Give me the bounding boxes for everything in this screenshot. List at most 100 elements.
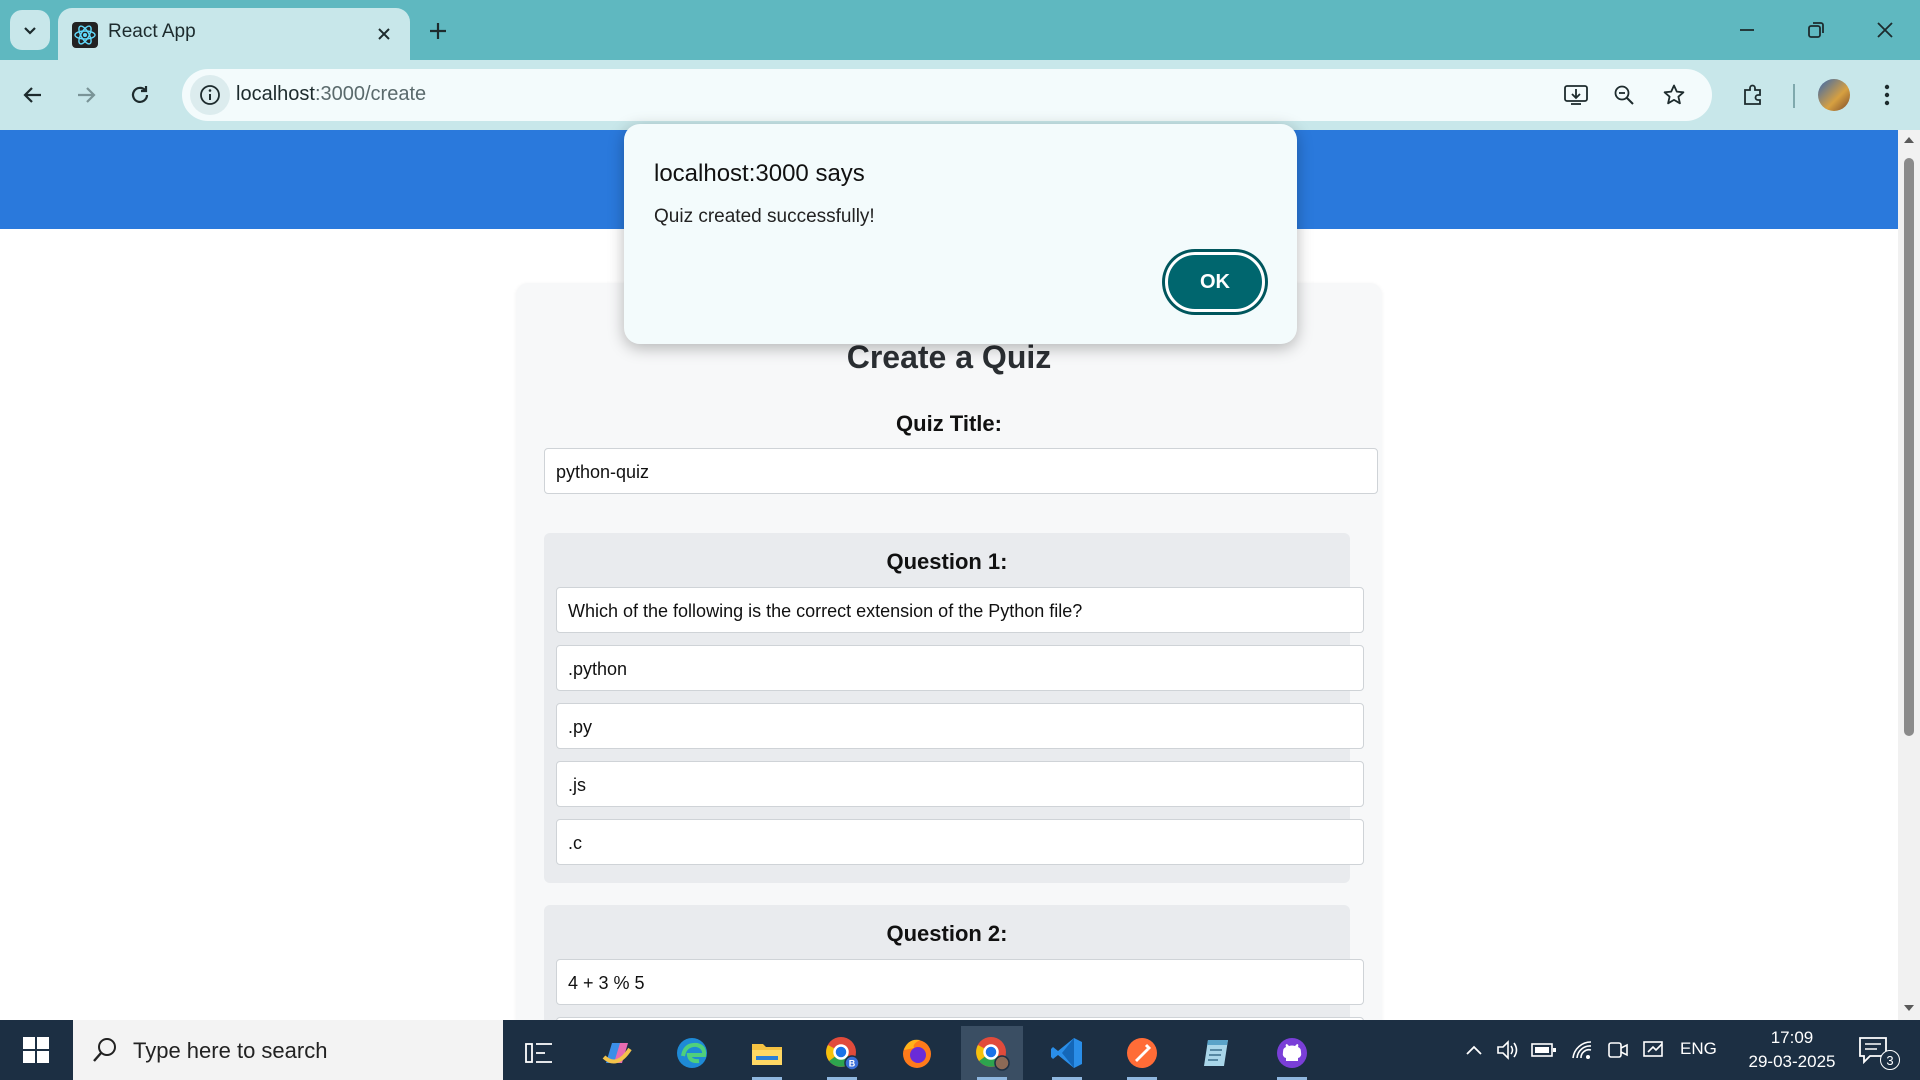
chrome-profile-icon: B [826,1037,860,1071]
reload-button[interactable] [121,76,159,114]
install-app-icon [1564,85,1588,105]
forward-button[interactable] [67,76,105,114]
windows-taskbar: Type here to search B ENG 17:09 29-03-20… [0,1020,1920,1080]
close-window-button[interactable] [1861,12,1909,48]
url-host: localhost [236,83,315,105]
notepad-app[interactable] [1186,1026,1248,1080]
notepad-icon [1204,1040,1228,1066]
minimize-icon [1740,29,1754,31]
copilot-app[interactable] [586,1026,648,1080]
file-explorer-icon [752,1044,782,1065]
question-1-text-input[interactable]: Which of the following is the correct ex… [556,587,1364,633]
ok-button[interactable]: OK [1165,252,1265,312]
volume-button[interactable] [1494,1038,1522,1062]
taskbar-search-placeholder: Type here to search [133,1038,328,1063]
vscode-app[interactable] [1036,1026,1098,1080]
toolbar-divider [1793,84,1795,108]
reload-icon [131,86,149,103]
dialog-title: localhost:3000 says [654,160,865,187]
site-info-button[interactable] [190,75,230,115]
github-icon [1277,1038,1307,1068]
forward-arrow-icon [78,87,96,103]
windows-logo-icon [23,1037,49,1063]
scroll-thumb[interactable] [1904,158,1914,736]
task-view-icon [525,1043,552,1063]
question-1-option-4-input[interactable]: .c [556,819,1364,865]
clock-date[interactable]: 29-03-2025 [1736,1052,1848,1072]
react-icon [72,22,98,48]
edge-icon [677,1038,707,1068]
question-1-option-2-input[interactable]: .py [556,703,1364,749]
network-button[interactable] [1568,1038,1596,1062]
page-scrollbar[interactable] [1898,130,1920,1020]
question-1-option-1-input[interactable]: .python [556,645,1364,691]
install-app-button[interactable] [1558,77,1594,113]
vscode-icon [1051,1038,1082,1068]
edge-app[interactable] [661,1026,723,1080]
minimize-button[interactable] [1723,12,1771,48]
restore-icon [1808,22,1824,38]
browser-tab[interactable]: React App [58,8,410,60]
close-icon [378,28,390,40]
browser-menu-button[interactable] [1868,76,1906,114]
postman-app[interactable] [1111,1026,1173,1080]
chrome-profile-app[interactable]: B [811,1026,873,1080]
question-2-block: Question 2: 4 + 3 % 5 [544,905,1364,1020]
address-bar[interactable]: localhost:3000/create [182,69,1712,121]
zoom-icon [1614,85,1634,105]
create-quiz-card: Create a Quiz Quiz Title: python-quiz Qu… [516,283,1382,1020]
close-icon [1877,22,1893,38]
file-explorer-app[interactable] [736,1026,798,1080]
battery-button[interactable] [1530,1038,1558,1062]
show-hidden-icons-button[interactable] [1460,1038,1488,1062]
question-1-label: Question 1: [886,549,1008,574]
scroll-down-icon[interactable] [1903,1004,1915,1012]
tab-title: React App [108,21,196,42]
extensions-icon [1744,84,1761,105]
tab-close-button[interactable] [372,22,396,46]
notification-center-button[interactable]: 3 [1858,1034,1900,1070]
question-2-text-input[interactable]: 4 + 3 % 5 [556,959,1364,1005]
display-button[interactable] [1640,1038,1668,1062]
browser-toolbar: localhost:3000/create [0,60,1920,130]
firefox-app[interactable] [886,1026,948,1080]
taskbar-search-box[interactable]: Type here to search [73,1020,503,1080]
extensions-button[interactable] [1734,76,1772,114]
display-icon [1643,1041,1663,1057]
scroll-up-icon[interactable] [1903,136,1915,144]
quiz-title-input[interactable]: python-quiz [544,448,1378,494]
start-button[interactable] [0,1020,72,1080]
back-button[interactable] [14,76,52,114]
svg-text:B: B [849,1059,856,1069]
tab-search-button[interactable] [10,10,50,50]
question-1-option-3-input[interactable]: .js [556,761,1364,807]
restore-button[interactable] [1792,12,1840,48]
zoom-button[interactable] [1606,77,1642,113]
meet-now-icon [1608,1042,1628,1058]
dialog-message: Quiz created successfully! [654,206,875,227]
clock-time[interactable]: 17:09 [1736,1028,1848,1048]
plus-icon [430,23,446,39]
menu-dots-icon [1884,84,1890,106]
star-icon [1663,84,1685,105]
notification-count-badge: 3 [1880,1050,1900,1070]
meet-now-button[interactable] [1604,1038,1632,1062]
chrome-app[interactable] [961,1026,1023,1080]
quiz-title-label: Quiz Title: [896,411,1002,436]
bookmark-button[interactable] [1656,77,1692,113]
question-1-block: Question 1: Which of the following is th… [544,533,1364,883]
page-title: Create a Quiz [846,339,1052,375]
url-text: localhost:3000/create [236,83,426,106]
url-path: :3000/create [314,83,427,105]
tab-strip: React App [0,0,1920,60]
task-view-button[interactable] [508,1026,570,1080]
github-desktop-app[interactable] [1261,1026,1323,1080]
new-tab-button[interactable] [424,17,452,45]
profile-avatar[interactable] [1818,79,1850,111]
input-language[interactable]: ENG [1680,1039,1717,1059]
firefox-icon [903,1039,931,1068]
copilot-icon [602,1043,632,1064]
wifi-icon [1572,1041,1592,1059]
search-icon [93,1038,116,1062]
alert-dialog: localhost:3000 says Quiz created success… [624,124,1297,344]
